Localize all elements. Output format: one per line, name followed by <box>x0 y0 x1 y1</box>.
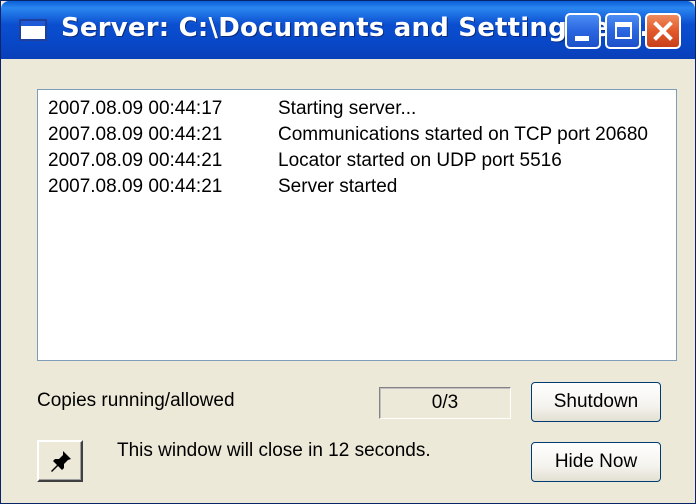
maximize-icon <box>615 22 632 39</box>
log-message: Server started <box>278 176 398 197</box>
shutdown-button[interactable]: Shutdown <box>531 382 661 422</box>
close-button[interactable] <box>645 13 681 49</box>
minimize-icon <box>575 36 589 41</box>
pushpin-icon <box>51 451 71 472</box>
pin-button[interactable] <box>37 440 83 482</box>
hide-now-button[interactable]: Hide Now <box>531 442 661 482</box>
maximize-button[interactable] <box>605 13 641 49</box>
log-message: Communications started on TCP port 20680 <box>278 124 648 145</box>
countdown-text: This window will close in 12 seconds. <box>117 440 431 461</box>
log-entry: 2007.08.09 00:44:21 Communications starte… <box>48 124 648 146</box>
close-icon <box>653 21 673 41</box>
log-entry: 2007.08.09 00:44:17 Starting server... <box>48 98 416 120</box>
log-timestamp: 2007.08.09 00:44:21 <box>48 124 223 145</box>
log-entry: 2007.08.09 00:44:21 Server started <box>48 176 397 198</box>
log-message: Starting server... <box>278 98 417 119</box>
log-timestamp: 2007.08.09 00:44:21 <box>48 150 223 171</box>
log-timestamp: 2007.08.09 00:44:21 <box>48 176 223 197</box>
title-bar[interactable]: Server: C:\Documents and Settings\ej... <box>1 1 695 59</box>
window-title: Server: C:\Documents and Settings\ej... <box>61 13 650 43</box>
server-window: Server: C:\Documents and Settings\ej... … <box>0 0 696 504</box>
log-timestamp: 2007.08.09 00:44:17 <box>48 98 223 119</box>
minimize-button[interactable] <box>565 13 601 49</box>
window-icon[interactable] <box>19 19 47 41</box>
copies-label: Copies running/allowed <box>37 390 235 411</box>
log-entry: 2007.08.09 00:44:21 Locator started on UD… <box>48 150 562 172</box>
log-message: Locator started on UDP port 5516 <box>278 150 562 171</box>
copies-value: 0/3 <box>379 387 511 419</box>
log-list[interactable]: 2007.08.09 00:44:17 Starting server... 20… <box>37 89 677 361</box>
